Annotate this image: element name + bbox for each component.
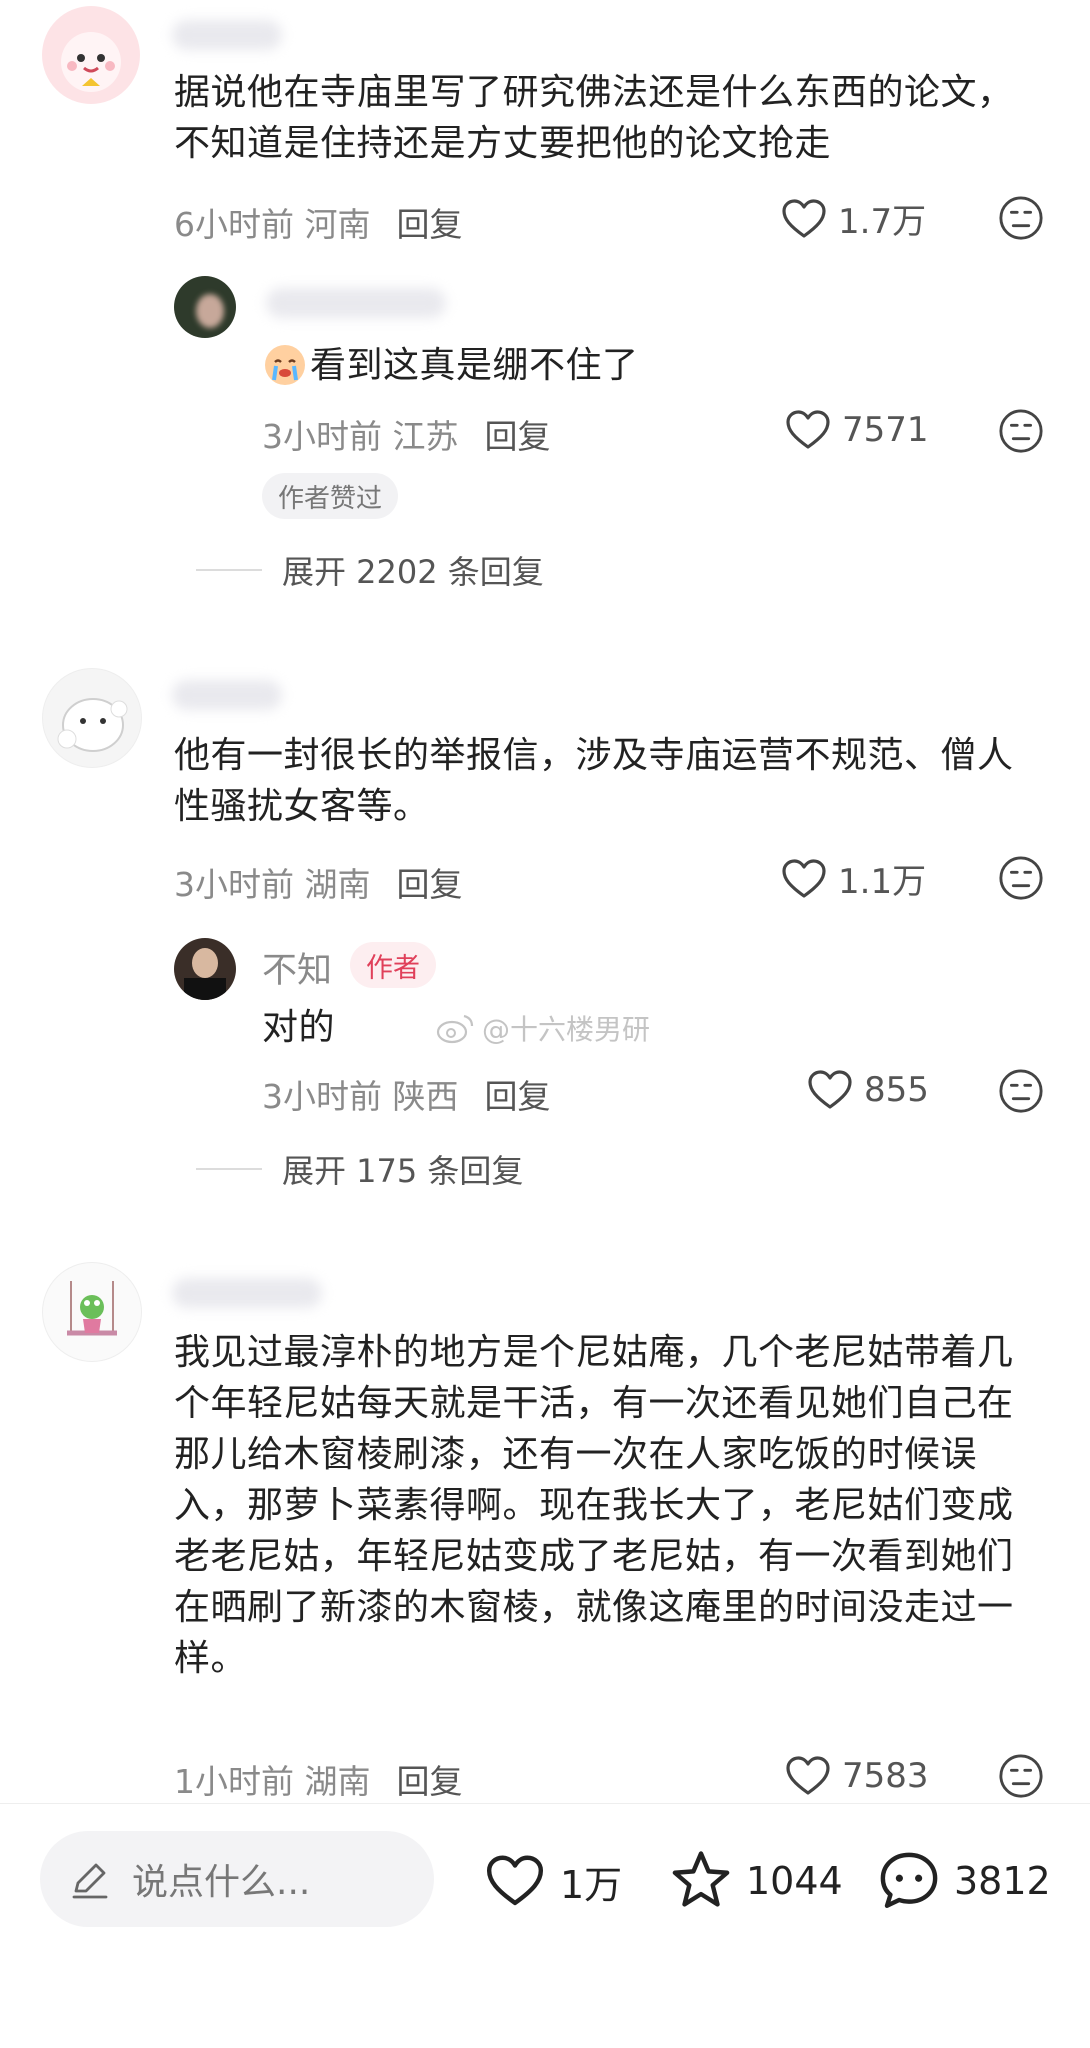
reply-text: 看到这真是绷不住了 bbox=[310, 345, 639, 386]
dislike-face-icon[interactable] bbox=[998, 1068, 1044, 1114]
username-blurred bbox=[172, 20, 282, 50]
like-button[interactable]: 7571 bbox=[784, 406, 929, 454]
bottom-action-bar: 说点什么... 1万 1044 3812 bbox=[0, 1803, 1090, 2048]
reply-text: 对的 bbox=[262, 1007, 336, 1048]
heart-icon bbox=[806, 1066, 854, 1114]
avatar[interactable] bbox=[42, 1262, 142, 1362]
dislike-face-icon[interactable] bbox=[998, 408, 1044, 454]
avatar[interactable] bbox=[174, 276, 236, 338]
avatar[interactable] bbox=[174, 938, 236, 1000]
pencil-icon bbox=[72, 1863, 108, 1899]
like-button[interactable]: 1.7万 bbox=[780, 194, 926, 243]
comment-text: 据说他在寺庙里写了研究佛法还是什么东西的论文， 不知道是住持还是方丈要把他的论文抢… bbox=[174, 72, 1014, 164]
like-button[interactable]: 1.1万 bbox=[780, 854, 926, 903]
heart-icon bbox=[780, 195, 828, 243]
avatar[interactable] bbox=[42, 668, 142, 768]
watermark: @十六楼男研 bbox=[436, 1008, 650, 1048]
reply-meta: 3小时前 江苏 回复 bbox=[262, 417, 551, 456]
dislike-face-icon[interactable] bbox=[998, 855, 1044, 901]
dislike-face-icon[interactable] bbox=[998, 1753, 1044, 1799]
like-post-button[interactable]: 1万 bbox=[480, 1850, 622, 1912]
heart-icon bbox=[784, 1752, 832, 1800]
reply-author-name[interactable]: 不知 bbox=[262, 942, 332, 993]
username-blurred bbox=[172, 680, 282, 710]
chat-bubble-icon bbox=[880, 1852, 938, 1908]
avatar[interactable] bbox=[42, 6, 140, 104]
username-blurred bbox=[172, 1278, 322, 1308]
comment-input[interactable]: 说点什么... bbox=[40, 1831, 434, 1927]
reply-button[interactable]: 回复 bbox=[397, 865, 463, 904]
comment-text: 他有一封很长的举报信，涉及寺庙运营不规范、僧人 性骚扰女客等。 bbox=[174, 735, 1014, 827]
like-button[interactable]: 855 bbox=[806, 1066, 929, 1114]
like-button[interactable]: 7583 bbox=[784, 1752, 929, 1800]
dislike-face-icon[interactable] bbox=[998, 195, 1044, 241]
reply-meta: 3小时前 陕西 回复 bbox=[262, 1077, 551, 1116]
reply-button[interactable]: 回复 bbox=[485, 417, 551, 456]
crying-emoji-icon bbox=[262, 342, 308, 388]
reply-button[interactable]: 回复 bbox=[485, 1077, 551, 1116]
heart-icon bbox=[486, 1855, 544, 1906]
author-liked-badge: 作者赞过 bbox=[262, 473, 399, 519]
reply-button[interactable]: 回复 bbox=[397, 1762, 463, 1801]
comment-text: 我见过最淳朴的地方是个尼姑庵，几个老尼姑带着几 个年轻尼姑每天就是干活，有一次还看… bbox=[174, 1332, 1014, 1679]
star-icon bbox=[672, 1851, 730, 1907]
expand-replies[interactable]: 展开 2202 条回复 bbox=[196, 547, 544, 593]
username-blurred bbox=[266, 288, 446, 318]
comment-count-button[interactable]: 3812 bbox=[874, 1848, 1051, 1914]
author-tag: 作者 bbox=[350, 942, 436, 988]
heart-icon bbox=[784, 406, 832, 454]
reply-button[interactable]: 回复 bbox=[397, 205, 463, 244]
comment-meta: 1小时前 湖南 回复 bbox=[174, 1762, 463, 1801]
heart-icon bbox=[780, 855, 828, 903]
weibo-icon bbox=[436, 1014, 474, 1044]
expand-replies[interactable]: 展开 175 条回复 bbox=[196, 1146, 523, 1192]
comment-meta: 3小时前 湖南 回复 bbox=[174, 865, 463, 904]
favorite-button[interactable]: 1044 bbox=[666, 1848, 843, 1914]
comment-meta: 6小时前 河南 回复 bbox=[174, 205, 463, 244]
